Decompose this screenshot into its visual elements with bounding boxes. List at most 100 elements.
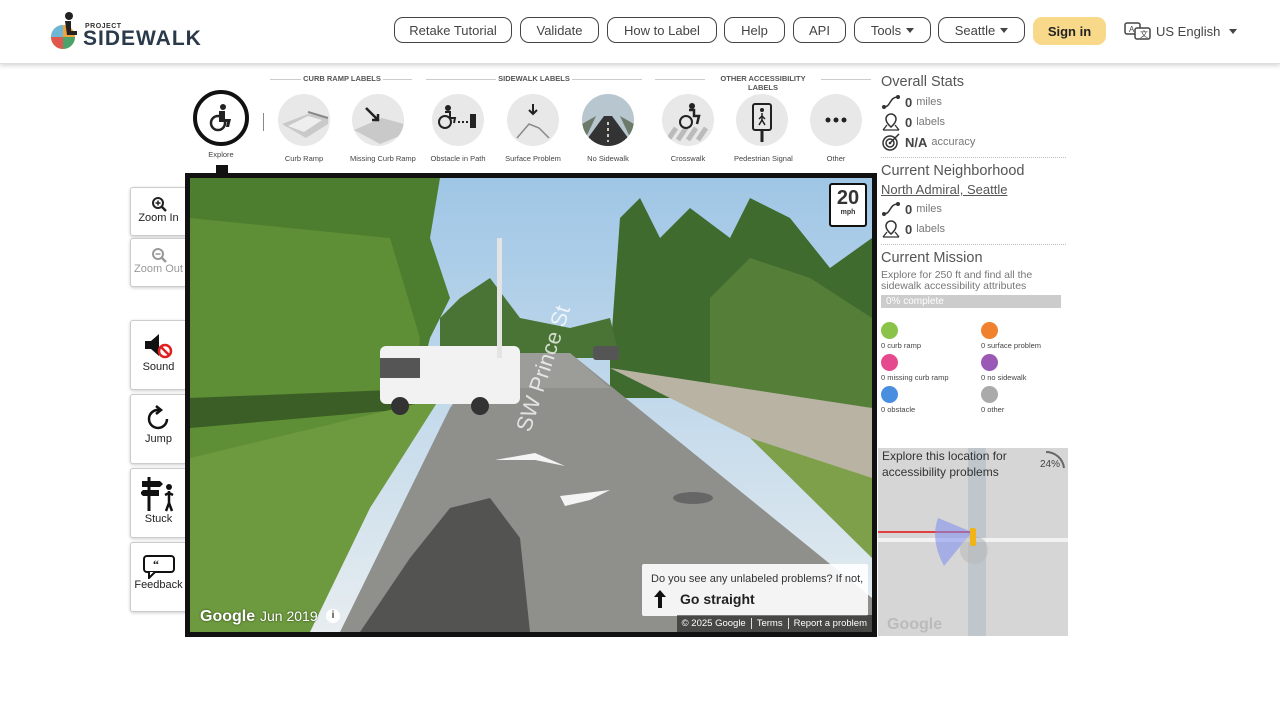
zoom-out-icon: [151, 248, 167, 263]
legend-text: 0 no sidewalk: [981, 373, 1027, 382]
legend-item-other: 0 other: [981, 386, 1066, 414]
google-logo: Google: [200, 608, 256, 625]
curb-ramp-tool[interactable]: Curb Ramp: [276, 94, 332, 163]
sign-in-button[interactable]: Sign in: [1033, 17, 1106, 45]
no-sidewalk-icon: [582, 94, 634, 146]
no-sidewalk-tool-label: No Sidewalk: [587, 154, 629, 163]
neighborhood-miles-value: 0: [905, 201, 913, 217]
language-label: US English: [1156, 23, 1221, 39]
sound-muted-icon: [144, 334, 172, 359]
api-button[interactable]: API: [793, 17, 846, 43]
pedestrian-signal-tool-label: Pedestrian Signal: [734, 154, 793, 163]
overall-accuracy-value: N/A: [905, 134, 928, 150]
legend-item-no-sidewalk: 0 no sidewalk: [981, 354, 1066, 382]
chevron-down-icon: [906, 27, 915, 33]
language-selector[interactable]: A 文 US English: [1124, 20, 1238, 42]
top-navbar: PROJECT SIDEWALK Retake Tutorial Validat…: [0, 0, 1280, 64]
explore-tool-label: Explore: [208, 150, 234, 159]
project-sidewalk-logo[interactable]: PROJECT SIDEWALK: [47, 11, 201, 51]
city-dropdown[interactable]: Seattle: [938, 17, 1025, 43]
surface-problem-dot-icon: [981, 322, 998, 339]
street-view-panorama[interactable]: SW Prince St 20 mph Do you see any unlab…: [185, 173, 877, 637]
minimap-instruction: Explore this location for accessibility …: [882, 449, 1007, 479]
obstacle-tool-label: Obstacle in Path: [430, 154, 486, 163]
curb-ramp-labels-heading: CURB RAMP LABELS: [303, 74, 381, 83]
sound-label: Sound: [142, 361, 175, 373]
overall-stats-title: Overall Stats: [881, 74, 964, 90]
overall-labels-stat: 0 labels: [881, 112, 1066, 132]
report-problem-link[interactable]: Report a problem: [789, 618, 872, 629]
category-divider: [270, 79, 301, 80]
category-divider: [383, 79, 412, 80]
how-to-label-button[interactable]: How to Label: [607, 17, 717, 43]
obstacle-tool[interactable]: Obstacle in Path: [430, 94, 486, 163]
missing-curb-ramp-tool-label: Missing Curb Ramp: [350, 154, 416, 163]
stuck-signpost-icon: [140, 477, 174, 512]
stuck-label: Stuck: [144, 513, 173, 525]
no-sidewalk-tool[interactable]: No Sidewalk: [580, 94, 636, 163]
retake-tutorial-button[interactable]: Retake Tutorial: [394, 17, 512, 43]
neighborhood-labels-stat: 0 labels: [881, 219, 1066, 239]
category-divider: [655, 79, 705, 80]
overall-labels-value: 0: [905, 114, 913, 130]
legend-text: 0 other: [981, 405, 1005, 414]
crosswalk-tool-label: Crosswalk: [670, 154, 706, 163]
feedback-speech-icon: “: [142, 555, 175, 579]
no-sidewalk-dot-icon: [981, 354, 998, 371]
minimap[interactable]: Explore this location for accessibility …: [878, 448, 1068, 636]
info-icon[interactable]: i: [326, 609, 340, 623]
svg-text:“: “: [153, 557, 159, 571]
pedestrian-signal-tool[interactable]: Pedestrian Signal: [734, 94, 793, 163]
navigation-prompt[interactable]: Do you see any unlabeled problems? If no…: [642, 564, 868, 616]
category-divider: [821, 79, 871, 80]
zoom-out-button[interactable]: Zoom Out: [130, 238, 186, 287]
google-footer: © 2025 Google Terms Report a problem: [676, 615, 872, 632]
legend-text: 0 missing curb ramp: [881, 373, 949, 382]
curb-ramp-icon: [282, 111, 329, 138]
mission-progress-bar: 0% complete: [881, 295, 1061, 308]
jump-label: Jump: [145, 433, 172, 445]
zoom-in-button[interactable]: Zoom In: [130, 187, 186, 236]
arrow-up-icon: [654, 590, 666, 608]
terms-link[interactable]: Terms: [752, 618, 789, 629]
crosswalk-icon: [665, 103, 709, 142]
neighborhood-name-link[interactable]: North Admiral, Seattle: [881, 182, 1066, 197]
tool-divider: [263, 113, 264, 131]
minimap-google-logo: Google: [887, 616, 943, 633]
jump-button[interactable]: Jump: [130, 394, 186, 464]
zoom-in-icon: [151, 197, 167, 212]
copyright-text: © 2025 Google: [677, 618, 752, 629]
obstacle-dot-icon: [881, 386, 898, 403]
translate-icon: A 文: [1124, 22, 1151, 40]
logo-mark-icon: [51, 12, 77, 49]
crosswalk-tool[interactable]: Crosswalk: [660, 94, 716, 163]
neighborhood-miles-stat: 0 miles: [881, 199, 1066, 219]
legend-item-obstacle: 0 obstacle: [881, 386, 981, 414]
jump-refresh-icon: [147, 405, 168, 430]
stuck-button[interactable]: Stuck: [130, 468, 186, 538]
svg-text:文: 文: [1140, 29, 1148, 39]
prompt-question: Do you see any unlabeled problems? If no…: [651, 573, 864, 585]
label-counts-legend: 0 curb ramp 0 surface problem 0 missing …: [881, 322, 1066, 414]
other-labels-heading: OTHER ACCESSIBILITY LABELS: [720, 74, 806, 92]
explore-tool[interactable]: Explore: [193, 90, 249, 159]
route-icon: [882, 202, 900, 216]
tools-dropdown[interactable]: Tools: [854, 17, 931, 43]
overall-miles-unit: miles: [916, 96, 942, 108]
neighborhood-miles-unit: miles: [916, 203, 942, 215]
pedestrian-signal-icon: [752, 103, 772, 142]
go-straight-action[interactable]: Go straight: [680, 591, 755, 607]
missing-curb-ramp-tool[interactable]: Missing Curb Ramp: [350, 94, 416, 163]
current-mission-title: Current Mission: [881, 250, 983, 266]
help-button[interactable]: Help: [724, 17, 785, 43]
imagery-date: Jun 2019: [260, 608, 318, 624]
sound-button[interactable]: Sound: [130, 320, 186, 390]
feedback-button[interactable]: “ Feedback: [130, 542, 186, 612]
chevron-down-icon: [1000, 27, 1009, 33]
labels-map-pin-icon: [882, 113, 900, 131]
obstacle-icon: [438, 105, 476, 129]
other-tool[interactable]: Other: [808, 94, 864, 163]
validate-button[interactable]: Validate: [520, 17, 599, 43]
legend-text: 0 obstacle: [881, 405, 916, 414]
surface-problem-tool[interactable]: Surface Problem: [505, 94, 561, 163]
